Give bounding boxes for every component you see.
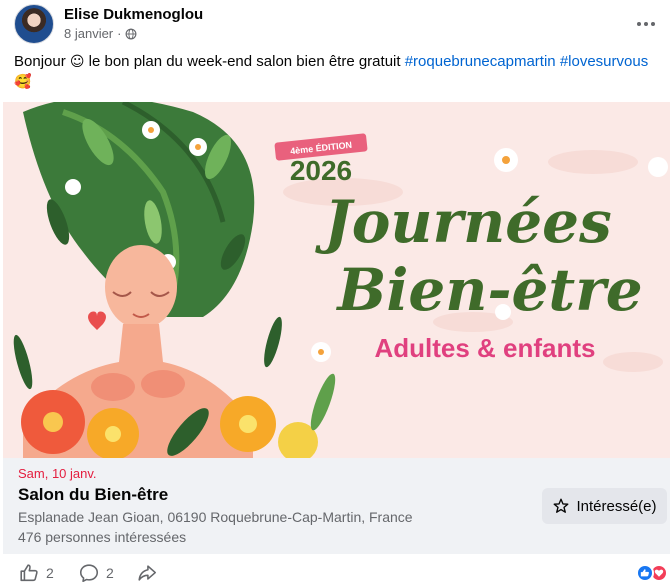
event-post: Elise Dukmenoglou 8 janvier · Bonjour ☺ …	[0, 0, 670, 586]
text-intro: Bonjour	[14, 53, 66, 70]
interested-button-label: Intéressé(e)	[576, 497, 657, 515]
interested-button[interactable]: Intéressé(e)	[542, 488, 667, 524]
event-details[interactable]: Sam, 10 janv. Salon du Bien-être Esplana…	[3, 458, 670, 554]
comment-icon	[79, 564, 99, 583]
author-name[interactable]: Elise Dukmenoglou	[64, 6, 203, 23]
hashtag-lovesurvous[interactable]: #lovesurvous	[560, 53, 648, 70]
post-header: Elise Dukmenoglou 8 janvier ·	[14, 2, 664, 46]
like-button[interactable]: 2	[18, 562, 54, 584]
share-icon	[138, 565, 157, 581]
post-actions: 2 2	[0, 556, 670, 586]
like-count: 2	[46, 565, 54, 581]
banner-illustration: 4ème ÉDITION 2026 Journées Bien-être Adu…	[13, 102, 668, 458]
globe-icon	[126, 28, 137, 39]
comment-count: 2	[106, 565, 114, 581]
more-options-icon[interactable]	[632, 10, 660, 38]
post-meta: 8 janvier ·	[64, 26, 137, 41]
banner-subtitle: Adultes & enfants	[374, 333, 595, 363]
banner-title-line1: Journées	[314, 188, 611, 256]
post-text: Bonjour ☺ le bon plan du week-end salon …	[14, 52, 664, 92]
smile-emoji: ☺	[69, 54, 85, 70]
comment-button[interactable]: 2	[78, 562, 114, 584]
text-body: le bon plan du week-end salon bien être …	[84, 53, 405, 70]
hashtag-roquebrunecapmartin[interactable]: #roquebrunecapmartin	[405, 53, 556, 70]
post-date[interactable]: 8 janvier	[64, 26, 113, 41]
event-location: Esplanade Jean Gioan, 06190 Roquebrune-C…	[18, 509, 413, 525]
banner-title-line2: Bien-être	[335, 256, 642, 324]
meta-separator: ·	[117, 26, 122, 41]
love-emoji: 🥰	[14, 74, 32, 90]
edition-year: 2026	[290, 155, 352, 186]
share-button[interactable]	[136, 562, 158, 584]
like-reaction-icon	[636, 564, 654, 582]
event-banner-image[interactable]: 4ème ÉDITION 2026 Journées Bien-être Adu…	[3, 102, 670, 458]
event-date: Sam, 10 janv.	[18, 466, 97, 481]
avatar[interactable]	[14, 4, 54, 44]
event-title[interactable]: Salon du Bien-être	[18, 485, 168, 505]
reactions-summary[interactable]	[636, 564, 668, 582]
like-icon	[20, 564, 38, 582]
event-interested-count: 476 personnes intéressées	[18, 529, 187, 545]
star-icon	[554, 498, 569, 513]
